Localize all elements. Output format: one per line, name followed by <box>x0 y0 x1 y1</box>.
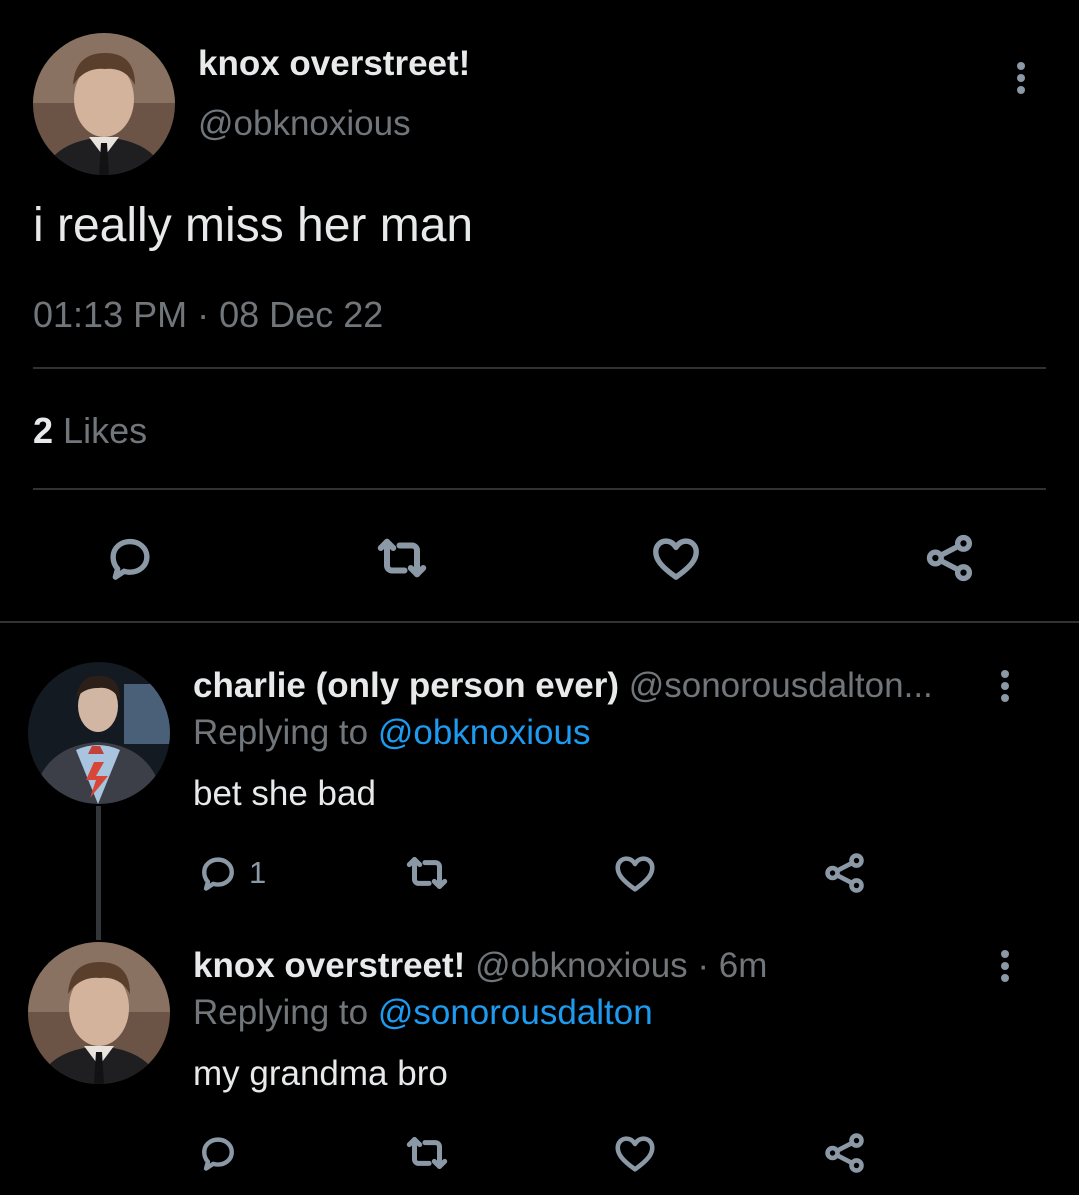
reply-2-time: 6m <box>718 946 768 985</box>
replying-prefix: Replying to <box>193 713 369 752</box>
divider-top <box>33 367 1046 369</box>
reply-2-display-name[interactable]: knox overstreet! <box>193 946 465 985</box>
reply-2-replying-to: Replying to @sonorousdalton <box>193 993 653 1033</box>
reply-1-header: charlie (only person ever) @sonorousdalt… <box>193 666 933 706</box>
reply-1-reply-icon[interactable] <box>193 848 243 898</box>
reply-1-more-icon[interactable] <box>985 666 1025 706</box>
reply-1-retweet-icon[interactable] <box>400 848 454 898</box>
more-options-icon[interactable] <box>1001 58 1041 98</box>
tweet-date: 08 Dec 22 <box>219 294 384 335</box>
retweet-icon[interactable] <box>372 528 432 588</box>
tweet-text: i really miss her man <box>33 199 474 252</box>
tweet-timestamp: 01:13 PM · 08 Dec 22 <box>33 294 383 336</box>
replying-handle-link[interactable]: @sonorousdalton <box>378 993 653 1032</box>
likes-label: Likes <box>63 410 148 451</box>
reply-1-display-name[interactable]: charlie (only person ever) <box>193 666 619 705</box>
reply-1-handle[interactable]: @sonorousdalton... <box>629 666 933 705</box>
reply-1-replying-to: Replying to @obknoxious <box>193 713 590 753</box>
main-display-name[interactable]: knox overstreet! <box>198 44 470 84</box>
reply-2-share-icon[interactable] <box>820 1128 870 1178</box>
like-icon[interactable] <box>646 528 706 588</box>
reply-2-text: my grandma bro <box>193 1054 448 1093</box>
main-handle[interactable]: @obknoxious <box>198 104 411 144</box>
reply-2-more-icon[interactable] <box>985 946 1025 986</box>
reply-2-like-icon[interactable] <box>610 1128 660 1178</box>
timestamp-separator: · <box>197 294 210 335</box>
likes-stat[interactable]: 2 Likes <box>33 410 147 452</box>
replying-prefix: Replying to <box>193 993 369 1032</box>
reply-2-avatar[interactable] <box>28 942 170 1084</box>
reply-2-separator: · <box>697 946 710 985</box>
tweet-time: 01:13 PM <box>33 294 188 335</box>
thread-line <box>96 806 101 940</box>
reply-1-text: bet she bad <box>193 774 376 813</box>
main-avatar[interactable] <box>33 33 175 175</box>
share-icon[interactable] <box>920 528 980 588</box>
reply-2-header: knox overstreet! @obknoxious · 6m <box>193 946 767 986</box>
reply-1-avatar[interactable] <box>28 662 170 804</box>
reply-1-share-icon[interactable] <box>820 848 870 898</box>
divider-mid <box>33 488 1046 490</box>
reply-2-retweet-icon[interactable] <box>400 1128 454 1178</box>
reply-icon[interactable] <box>100 528 160 588</box>
divider-thread <box>0 621 1079 623</box>
reply-2-reply-icon[interactable] <box>193 1128 243 1178</box>
reply-2-handle[interactable]: @obknoxious <box>475 946 688 985</box>
likes-count: 2 <box>33 410 54 451</box>
replying-handle-link[interactable]: @obknoxious <box>378 713 591 752</box>
reply-1-like-icon[interactable] <box>610 848 660 898</box>
reply-1-reply-count: 1 <box>249 855 267 890</box>
